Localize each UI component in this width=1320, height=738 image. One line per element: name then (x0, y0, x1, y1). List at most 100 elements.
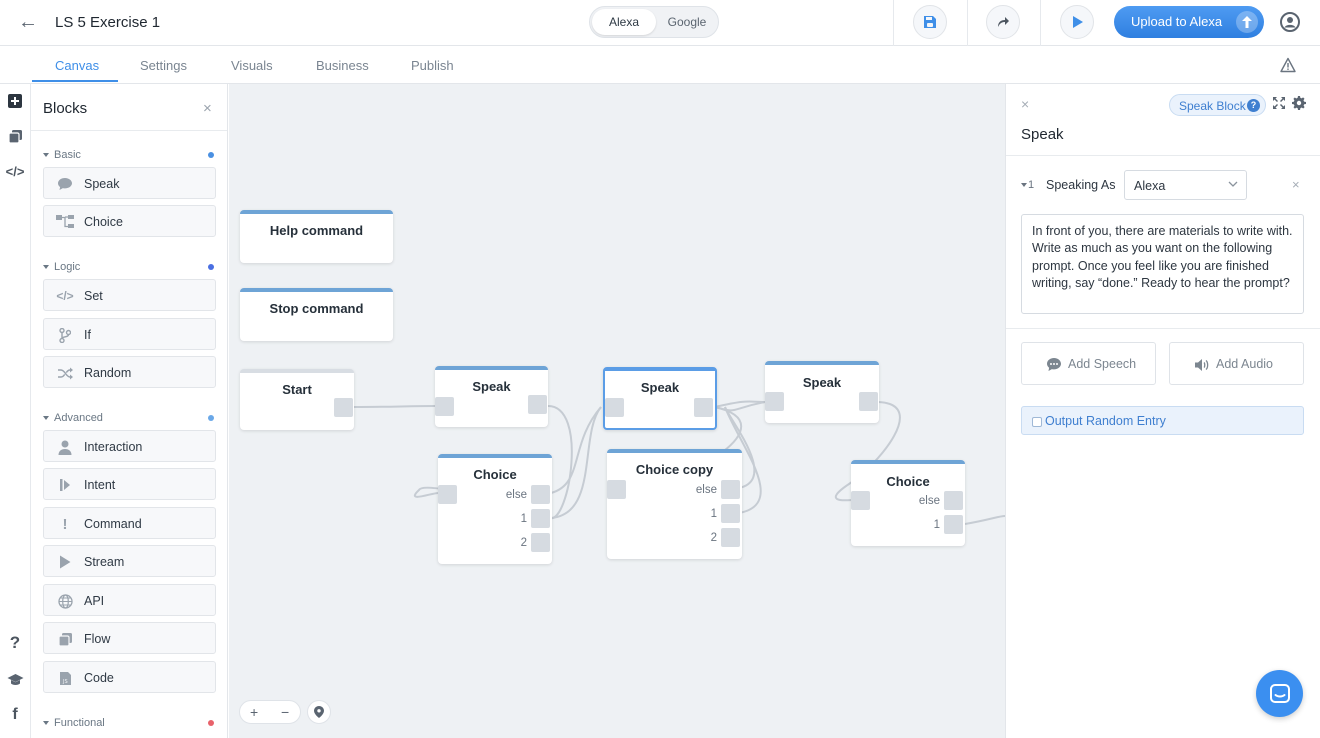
output-random-entry-toggle[interactable]: Output Random Entry (1021, 406, 1304, 435)
editor-title: Speak (1021, 126, 1064, 143)
node-title: Stop command (269, 301, 364, 316)
facebook-icon[interactable]: f (6, 706, 24, 724)
block-choice[interactable]: Choice (43, 205, 216, 237)
block-intent[interactable]: Intent (43, 468, 216, 500)
add-audio-button[interactable]: Add Audio (1169, 342, 1304, 385)
tab-visuals[interactable]: Visuals (231, 58, 273, 73)
node-choice[interactable]: Choice else 1 (851, 460, 965, 546)
tab-settings[interactable]: Settings (140, 58, 187, 73)
platform-option-google[interactable]: Google (656, 9, 718, 35)
help-icon[interactable]: ? (6, 633, 24, 652)
zoom-controls: + − (239, 700, 301, 724)
flows-icon[interactable] (6, 127, 24, 145)
code-icon: </> (56, 289, 74, 303)
add-speech-button[interactable]: Add Speech (1021, 342, 1156, 385)
location-pin-icon (314, 706, 324, 718)
play-icon (1073, 16, 1083, 28)
save-button[interactable] (913, 5, 947, 39)
add-block-icon[interactable] (6, 92, 24, 110)
output-port[interactable] (334, 398, 353, 417)
block-speak[interactable]: Speak (43, 167, 216, 199)
block-editor-panel: × Speak Block ? Speak 1 Speaking As Alex… (1005, 84, 1320, 738)
output-port[interactable] (944, 491, 963, 510)
input-port[interactable] (438, 485, 457, 504)
output-port[interactable] (528, 395, 547, 414)
node-speak[interactable]: Speak (435, 366, 548, 427)
node-title: Choice (886, 474, 930, 489)
input-port[interactable] (607, 480, 626, 499)
input-port[interactable] (605, 398, 624, 417)
platform-option-alexa[interactable]: Alexa (592, 9, 656, 35)
node-stop-command[interactable]: Stop command (240, 288, 393, 341)
input-port[interactable] (765, 392, 784, 411)
active-tab-indicator (32, 80, 118, 82)
section-toggle-advanced[interactable]: Advanced (43, 412, 103, 424)
block-code[interactable]: JS Code (43, 661, 216, 693)
section-toggle-basic[interactable]: Basic (43, 149, 81, 161)
block-if[interactable]: If (43, 318, 216, 350)
block-random[interactable]: Random (43, 356, 216, 388)
input-port[interactable] (851, 491, 870, 510)
recenter-button[interactable] (307, 700, 331, 724)
shuffle-icon (56, 365, 74, 381)
node-title: Choice (473, 467, 517, 482)
output-port[interactable] (721, 528, 740, 547)
gear-icon[interactable] (1292, 96, 1306, 110)
upload-button[interactable]: Upload to Alexa (1114, 6, 1264, 38)
close-icon[interactable]: × (203, 100, 212, 117)
chat-support-button[interactable] (1256, 670, 1303, 717)
remove-speech-icon[interactable]: × (1292, 177, 1300, 192)
node-speak[interactable]: Speak (765, 361, 879, 423)
test-play-button[interactable] (1060, 5, 1094, 39)
tab-publish[interactable]: Publish (411, 58, 454, 73)
block-api[interactable]: API (43, 584, 216, 616)
code-icon[interactable]: </> (6, 162, 25, 180)
block-label: If (84, 328, 91, 342)
node-choice[interactable]: Choice else 1 2 (438, 454, 552, 564)
caret-down-icon (43, 721, 49, 726)
speech-text-input[interactable]: In front of you, there are materials to … (1021, 214, 1304, 314)
output-port[interactable] (531, 485, 550, 504)
block-command[interactable]: ! Command (43, 507, 216, 539)
output-port[interactable] (721, 480, 740, 499)
block-set[interactable]: </> Set (43, 279, 216, 311)
section-toggle-functional[interactable]: Functional (43, 717, 105, 729)
expand-icon[interactable] (1272, 96, 1286, 110)
voice-select[interactable]: Alexa (1124, 170, 1247, 200)
node-speak-selected[interactable]: Speak (603, 367, 717, 430)
output-port[interactable] (944, 515, 963, 534)
back-arrow-icon[interactable]: ← (17, 11, 39, 34)
node-choice-copy[interactable]: Choice copy else 1 2 (607, 449, 742, 559)
tab-canvas[interactable]: Canvas (55, 58, 99, 73)
js-file-icon: JS (56, 670, 74, 686)
close-icon[interactable]: × (1021, 96, 1029, 112)
speech-bubble-icon (56, 176, 74, 192)
warning-icon[interactable] (1280, 57, 1296, 73)
output-port[interactable] (694, 398, 713, 417)
section-toggle-logic[interactable]: Logic (43, 261, 80, 273)
checkbox[interactable] (1032, 417, 1042, 427)
zoom-in-button[interactable]: + (250, 704, 258, 720)
block-stream[interactable]: Stream (43, 545, 216, 577)
output-port[interactable] (859, 392, 878, 411)
divider (967, 0, 968, 46)
block-interaction[interactable]: Interaction (43, 430, 216, 462)
node-start[interactable]: Start (240, 369, 354, 430)
graduation-cap-icon[interactable] (6, 671, 24, 689)
block-flow[interactable]: Flow (43, 622, 216, 654)
port-label-2: 2 (710, 532, 717, 544)
block-type-chip[interactable]: Speak Block ? (1169, 94, 1266, 116)
input-port[interactable] (435, 397, 454, 416)
flow-canvas[interactable]: Help command Stop command Start Speak Sp… (229, 84, 1005, 738)
share-button[interactable] (986, 5, 1020, 39)
user-account-icon[interactable] (1280, 12, 1300, 32)
speak-item-toggle[interactable]: 1 (1021, 179, 1034, 191)
output-port[interactable] (531, 509, 550, 528)
output-port[interactable] (531, 533, 550, 552)
tab-business[interactable]: Business (316, 58, 369, 73)
help-icon[interactable]: ? (1247, 99, 1260, 112)
node-help-command[interactable]: Help command (240, 210, 393, 263)
zoom-out-button[interactable]: − (281, 704, 289, 720)
flow-icon (56, 631, 74, 647)
output-port[interactable] (721, 504, 740, 523)
